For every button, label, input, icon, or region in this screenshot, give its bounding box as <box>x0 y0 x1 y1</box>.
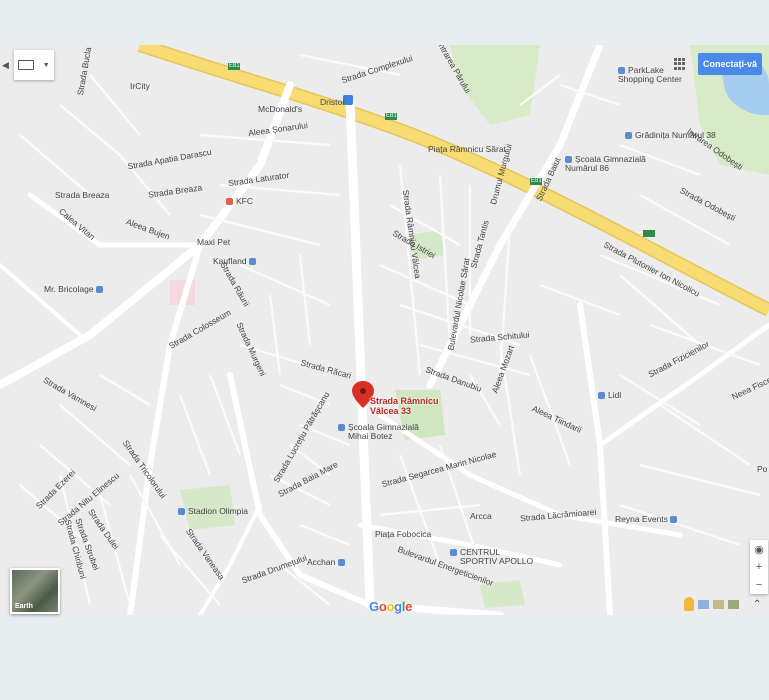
zoom-out-button[interactable]: − <box>756 579 762 591</box>
poi-parklake: ParkLake Shopping Center <box>618 65 682 84</box>
poi-scoala-botez: Școala Gimnazială Mihai Botez <box>338 423 419 441</box>
zoom-in-button[interactable]: + <box>756 561 762 573</box>
google-logo: Google <box>369 599 413 614</box>
map-label: Po <box>757 464 768 474</box>
poi-arcca: Arcca <box>470 511 492 521</box>
imagery-thumb[interactable] <box>698 599 709 609</box>
street-view-pegman-icon[interactable] <box>684 597 694 611</box>
poi-stadion-olimpia: Stadion Olimpia <box>178 507 248 516</box>
road-shield: E81 <box>386 113 397 119</box>
poi-label: IrCity <box>130 81 150 91</box>
poi-centrul-apollo: CENTRUL SPORTIV APOLLO <box>450 548 533 566</box>
poi-label: McDonald's <box>258 104 303 114</box>
street-label: Piața Fobocica <box>375 529 432 539</box>
apps-grid-icon[interactable] <box>674 58 686 70</box>
collapse-arrow-icon[interactable]: ◀ <box>2 60 9 71</box>
imagery-thumb[interactable] <box>713 599 724 609</box>
marker-label: Strada Râmnicu Vâlcea 33 <box>370 396 439 416</box>
expand-icon[interactable]: ⌃ <box>753 599 761 610</box>
road-shield: E81 <box>229 63 240 69</box>
street-label: Strada Breaza <box>55 190 110 200</box>
street-label: Piața Râmnicu Sărat <box>428 144 506 154</box>
map-canvas[interactable]: E81 E81 E81 Strada Bucla IrCity McDonald… <box>0 45 769 615</box>
keyboard-icon <box>18 60 35 70</box>
input-tools-control[interactable]: ▼ <box>14 50 54 80</box>
poi-lidl: Lidl <box>598 391 621 400</box>
metro-label: Dristor <box>320 97 346 107</box>
poi-mr-bricolage: Mr. Bricolage <box>44 285 106 294</box>
poi-maxi-pet: Maxi Pet <box>197 237 231 247</box>
poi-kfc: KFC <box>226 197 253 206</box>
poi-scoala86: Școala Gimnazială Numărul 86 <box>565 154 646 173</box>
zoom-control: ◉ + − <box>750 540 768 594</box>
chevron-down-icon: ▼ <box>42 61 50 69</box>
my-location-icon[interactable]: ◉ <box>754 543 764 556</box>
poi-acchan: Acchan <box>307 558 348 567</box>
imagery-thumb[interactable] <box>728 599 739 609</box>
poi-reyna-events: Reyna Events <box>615 515 680 524</box>
earth-label: Earth <box>15 603 33 610</box>
bottom-controls: ⌃ <box>680 594 769 614</box>
earth-view-toggle[interactable]: Earth <box>10 568 60 614</box>
sign-in-button[interactable]: Conectați-vă <box>698 53 762 75</box>
